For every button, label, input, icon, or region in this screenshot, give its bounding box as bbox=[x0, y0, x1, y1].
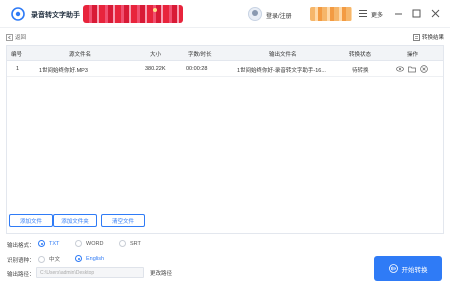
results-icon bbox=[413, 33, 420, 41]
column-header: 操作 bbox=[407, 52, 419, 58]
format-label: 输出格式： bbox=[7, 243, 35, 249]
change-path-link[interactable]: 更改路径 bbox=[150, 269, 172, 277]
row-status: 待转换 bbox=[352, 68, 369, 74]
minimize-icon[interactable] bbox=[393, 8, 404, 19]
app-logo-icon bbox=[11, 7, 25, 21]
avatar[interactable] bbox=[248, 7, 262, 21]
add-folder-button[interactable]: 添加文件夹 bbox=[53, 214, 97, 227]
column-header: 转换状态 bbox=[349, 52, 372, 58]
back-icon bbox=[6, 33, 13, 41]
start-convert-icon bbox=[388, 264, 398, 273]
folder-icon[interactable] bbox=[408, 65, 416, 73]
path-label: 输出路径： bbox=[7, 272, 35, 278]
back-button[interactable]: 返回 bbox=[6, 33, 26, 41]
more-icon[interactable] bbox=[359, 10, 367, 17]
more-menu-label[interactable]: 更多 bbox=[371, 10, 383, 19]
row-duration: 00:00:28 bbox=[186, 66, 208, 72]
login-link[interactable]: 登录/注册 bbox=[266, 11, 292, 20]
language-chinese-radio[interactable]: 中文 bbox=[38, 255, 60, 263]
file-table: 编号 源文件名 大小 字数/时长 输出文件名 转换状态 操作 1 1世间始终你好… bbox=[6, 45, 444, 234]
format-word-radio[interactable]: WORD bbox=[75, 240, 103, 247]
row-size: 380.22K bbox=[145, 66, 166, 72]
output-path-input[interactable] bbox=[36, 267, 144, 278]
results-label: 转换结果 bbox=[421, 35, 444, 41]
column-header: 输出文件名 bbox=[269, 52, 297, 58]
column-header: 字数/时长 bbox=[188, 52, 212, 58]
title-bar: 录音转文字助手 登录/注册 更多 bbox=[0, 0, 450, 28]
start-convert-label: 开始转换 bbox=[401, 266, 428, 274]
language-label: 识别语种： bbox=[7, 258, 35, 264]
add-file-button[interactable]: 添加文件 bbox=[9, 214, 53, 227]
start-convert-button[interactable]: 开始转换 bbox=[374, 256, 442, 281]
preview-icon[interactable] bbox=[396, 65, 404, 73]
delete-icon[interactable] bbox=[420, 65, 428, 73]
format-txt-radio[interactable]: TXT bbox=[38, 240, 59, 247]
row-index: 1 bbox=[16, 66, 20, 72]
row-source: 1世间始终你好.MP3 bbox=[39, 68, 88, 74]
clear-files-button[interactable]: 清空文件 bbox=[101, 214, 145, 227]
row-output: 1世间始终你好-录音转文字助手-16... bbox=[237, 68, 326, 74]
column-header: 源文件名 bbox=[69, 52, 92, 58]
table-row[interactable]: 1 1世间始终你好.MP3 380.22K 00:00:28 1世间始终你好-录… bbox=[7, 61, 443, 77]
app-title: 录音转文字助手 bbox=[31, 12, 80, 19]
back-label: 返回 bbox=[15, 35, 27, 41]
maximize-icon[interactable] bbox=[411, 8, 422, 19]
format-srt-radio[interactable]: SRT bbox=[119, 240, 141, 247]
language-english-radio[interactable]: English bbox=[75, 255, 104, 262]
close-icon[interactable] bbox=[430, 8, 441, 19]
table-header: 编号 源文件名 大小 字数/时长 输出文件名 转换状态 操作 bbox=[7, 46, 443, 61]
column-header: 编号 bbox=[11, 52, 23, 58]
column-header: 大小 bbox=[150, 52, 162, 58]
results-button[interactable]: 转换结果 bbox=[413, 33, 444, 41]
vip-badge[interactable] bbox=[310, 7, 352, 21]
promo-banner[interactable] bbox=[83, 5, 183, 23]
